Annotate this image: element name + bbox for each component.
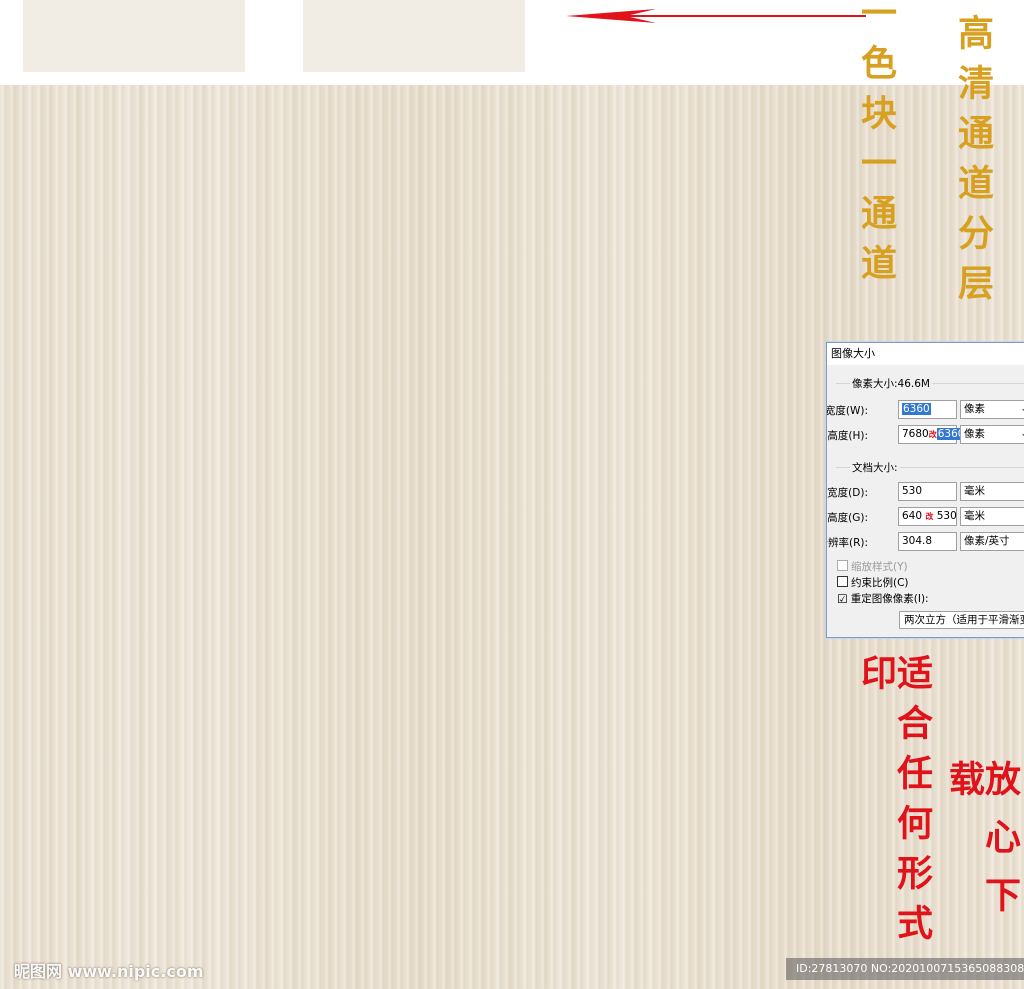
doc-height-value-old: 640 — [902, 510, 923, 522]
doc-height-field[interactable]: 640 改 530 — [898, 507, 957, 526]
chevron-down-icon: ⌄ — [1020, 426, 1024, 443]
resolution-field[interactable]: 304.8 — [898, 532, 957, 551]
doc-height-value-new: 530 — [936, 510, 957, 522]
doc-height-unit-select[interactable]: 毫米 — [960, 507, 1024, 526]
height-label: 高度(H): — [827, 430, 868, 442]
width-value: 6360 — [902, 403, 931, 415]
height-value-old: 7680 — [902, 428, 929, 440]
height-field[interactable]: 7680改6360 — [898, 425, 966, 444]
resolution-row: 分辨率(R): 304.8 像素/英寸 — [827, 532, 1024, 552]
watermark-logo: 昵图网 www.nipic.com — [14, 962, 204, 981]
scale-styles-checkbox[interactable]: 缩放样式(Y) — [837, 559, 908, 573]
pixel-dimensions-label: 像素大小:46.6M — [850, 376, 932, 391]
callout-gold-right: 高清通道分层 — [952, 14, 994, 314]
document-size-group: 文档大小: 宽度(D): 530 毫米 高度(G): 640 改 530 毫米 … — [827, 460, 1024, 551]
resample-label: 重定图像像素(I): — [850, 593, 929, 605]
checkbox-checked: ☑ — [837, 592, 848, 606]
width-unit: 像素 — [964, 403, 985, 415]
resolution-label: 分辨率(R): — [827, 537, 868, 549]
checkbox-box — [837, 560, 848, 571]
red-arrow-icon — [566, 9, 866, 23]
height-mark: 改 — [928, 430, 937, 439]
height-row: 高度(H): 7680改6360 像素 ⌄ — [827, 425, 1024, 445]
image-size-dialog: 图像大小 像素大小:46.6M 宽度(W): 6360 像素 ⌄ 高度(H): 7… — [826, 342, 1024, 638]
doc-width-row: 宽度(D): 530 毫米 — [827, 482, 1024, 502]
height-unit-select[interactable]: 像素 ⌄ — [960, 425, 1024, 444]
constrain-proportions-checkbox[interactable]: 约束比例(C) — [837, 575, 909, 589]
callout-gold-left: 一色块一通道 — [855, 0, 897, 294]
resample-method-select[interactable]: 两次立方（适用于平滑渐变 — [899, 611, 1024, 629]
doc-height-label: 高度(G): — [827, 512, 868, 524]
document-size-label: 文档大小: — [850, 460, 900, 475]
constrain-label: 约束比例(C) — [851, 577, 909, 589]
color-swatch-2 — [303, 0, 525, 72]
doc-width-field[interactable]: 530 — [898, 482, 957, 501]
doc-width-label: 宽度(D): — [827, 487, 868, 499]
width-field[interactable]: 6360 — [898, 400, 957, 419]
doc-height-mark: 改 — [925, 512, 934, 521]
image-id-bar: ID:27813070 NO:20201007153650883080 — [786, 958, 1024, 980]
doc-height-row: 高度(G): 640 改 530 毫米 — [827, 507, 1024, 527]
callout-red-right: 放心下载 — [943, 760, 1021, 934]
width-row: 宽度(W): 6360 像素 ⌄ — [827, 400, 1024, 420]
width-unit-select[interactable]: 像素 ⌄ — [960, 400, 1024, 419]
dialog-title: 图像大小 — [827, 343, 1024, 365]
doc-width-unit-select[interactable]: 毫米 — [960, 482, 1024, 501]
width-label: 宽度(W): — [826, 405, 868, 417]
scale-styles-label: 缩放样式(Y) — [851, 561, 908, 573]
pixel-dimensions-group: 像素大小:46.6M 宽度(W): 6360 像素 ⌄ 高度(H): 7680改6… — [827, 376, 1024, 444]
color-swatch-1 — [23, 0, 245, 72]
resample-checkbox[interactable]: ☑ 重定图像像素(I): — [837, 591, 929, 605]
height-unit: 像素 — [964, 428, 985, 440]
callout-red-left: 适合任何形式印 — [855, 654, 933, 954]
chevron-down-icon: ⌄ — [1020, 401, 1024, 418]
checkbox-box — [837, 576, 848, 587]
resolution-unit-select[interactable]: 像素/英寸 — [960, 532, 1024, 551]
